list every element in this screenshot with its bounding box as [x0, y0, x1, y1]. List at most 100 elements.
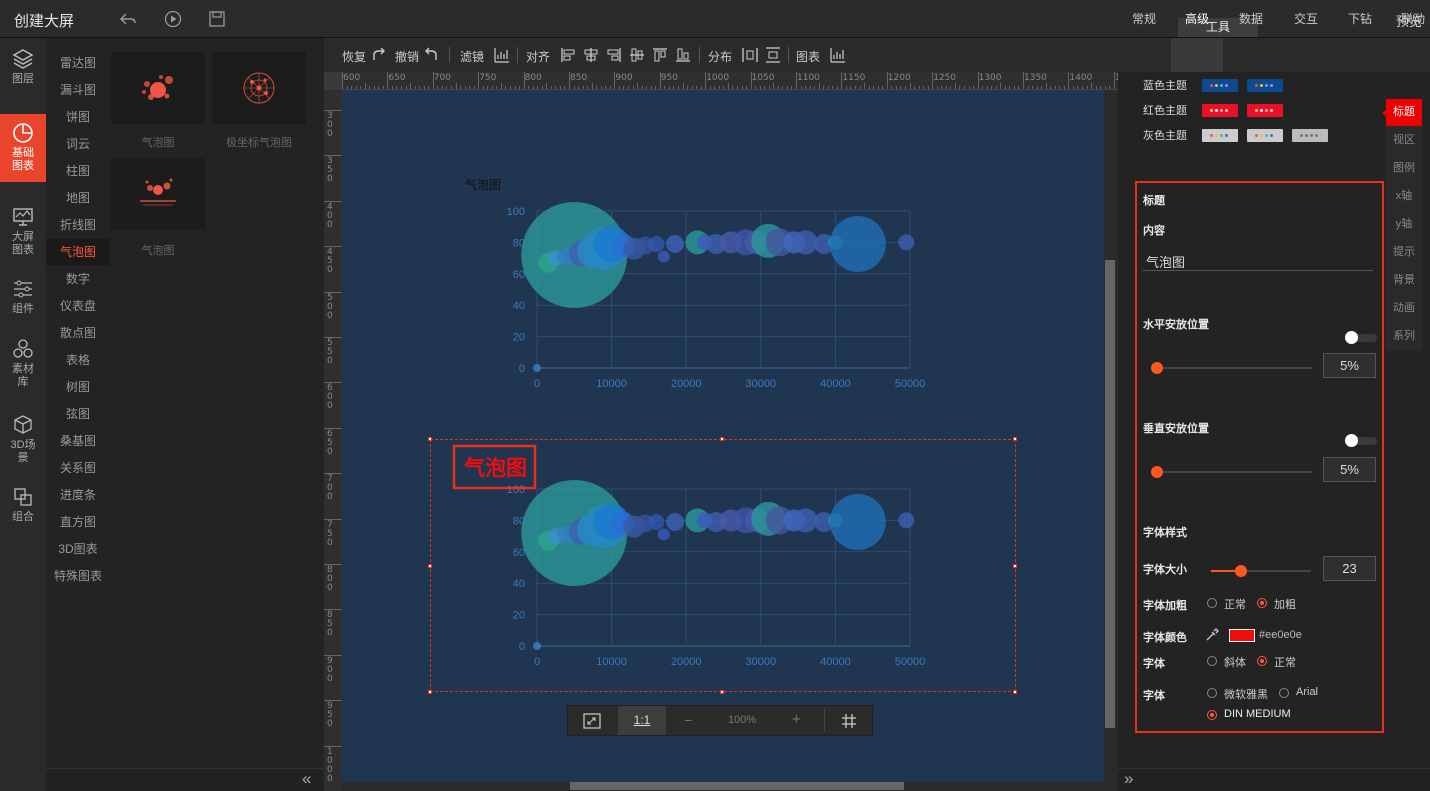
side-tab[interactable]: x轴: [1386, 183, 1422, 210]
category-item[interactable]: 3D图表: [46, 536, 110, 562]
redo-icon[interactable]: [371, 47, 387, 63]
redo-button[interactable]: 恢复: [342, 48, 366, 65]
family-yahei-radio[interactable]: [1207, 688, 1217, 698]
category-item[interactable]: 表格: [46, 347, 110, 373]
side-tab[interactable]: 动画: [1386, 295, 1422, 322]
undo-icon[interactable]: [423, 47, 439, 63]
nav-big-screen-charts[interactable]: 大屏图表: [0, 198, 46, 266]
align-bottom-icon[interactable]: [675, 47, 691, 63]
horizontal-scrollbar-thumb[interactable]: [570, 782, 904, 790]
category-item[interactable]: 弦图: [46, 401, 110, 427]
side-tab[interactable]: y轴: [1386, 211, 1422, 238]
thumb-polar-bubble-chart[interactable]: [212, 52, 306, 124]
resize-handle[interactable]: [428, 437, 432, 441]
selection-box[interactable]: [430, 439, 1016, 692]
tab-data[interactable]: 数据: [1239, 10, 1263, 27]
category-item[interactable]: 词云: [46, 131, 110, 157]
bubble-point[interactable]: [793, 230, 818, 255]
title-content-input[interactable]: 气泡图: [1143, 252, 1373, 271]
collapse-right-icon[interactable]: »: [1124, 769, 1133, 789]
v-pos-input[interactable]: 5%: [1323, 457, 1376, 482]
bar-chart-icon[interactable]: [494, 47, 510, 63]
resize-handle[interactable]: [1013, 437, 1017, 441]
chart-title[interactable]: 气泡图: [465, 177, 501, 192]
theme-swatch[interactable]: [1202, 129, 1238, 142]
eyedropper-icon[interactable]: [1205, 628, 1219, 642]
italic-italic-radio[interactable]: [1207, 656, 1217, 666]
bar-chart-icon[interactable]: [830, 47, 846, 63]
nav-basic-charts[interactable]: 基础图表: [0, 114, 46, 182]
side-tab[interactable]: 视区: [1386, 127, 1422, 154]
category-item[interactable]: 气泡图: [46, 239, 110, 265]
theme-swatch[interactable]: [1247, 104, 1283, 117]
resize-handle[interactable]: [1013, 690, 1017, 694]
bubble-point[interactable]: [648, 235, 665, 252]
zoom-1to1-button[interactable]: 1:1: [618, 706, 666, 735]
side-tab[interactable]: 系列: [1386, 323, 1422, 350]
category-item[interactable]: 折线图: [46, 212, 110, 238]
color-swatch[interactable]: [1229, 629, 1255, 642]
v-pos-slider-knob[interactable]: [1151, 466, 1163, 478]
font-size-input[interactable]: 23: [1323, 556, 1376, 581]
align-center-h-icon[interactable]: [583, 47, 599, 63]
category-item[interactable]: 直方图: [46, 509, 110, 535]
category-item[interactable]: 桑基图: [46, 428, 110, 454]
theme-swatch[interactable]: [1247, 79, 1283, 92]
theme-swatch[interactable]: [1247, 129, 1283, 142]
side-tab[interactable]: 图例: [1386, 155, 1422, 182]
category-item[interactable]: 散点图: [46, 320, 110, 346]
back-icon[interactable]: [119, 10, 137, 28]
bubble-chart-1[interactable]: 0204060801000 10000 20000 30000 40000 50000气泡…: [342, 90, 1104, 410]
align-left-icon[interactable]: [560, 47, 576, 63]
nav-group[interactable]: 组合: [0, 478, 46, 546]
tab-advanced[interactable]: 高级: [1185, 10, 1209, 27]
font-size-slider-knob[interactable]: [1235, 565, 1247, 577]
tab-general[interactable]: 常规: [1132, 10, 1156, 27]
v-pos-slider[interactable]: [1152, 471, 1312, 473]
align-center-v-icon[interactable]: [629, 47, 645, 63]
category-item[interactable]: 地图: [46, 185, 110, 211]
play-icon[interactable]: [164, 10, 182, 28]
align-top-icon[interactable]: [652, 47, 668, 63]
grid-icon[interactable]: [842, 714, 856, 728]
bubble-point[interactable]: [898, 234, 915, 251]
nav-materials[interactable]: 素材库: [0, 330, 46, 398]
zoom-out-button[interactable]: −: [684, 712, 692, 728]
theme-swatch[interactable]: [1292, 129, 1328, 142]
h-pos-slider-knob[interactable]: [1151, 362, 1163, 374]
category-item[interactable]: 特殊图表: [46, 563, 110, 589]
bold-bold-radio[interactable]: [1257, 598, 1267, 608]
nav-3d-scene[interactable]: 3D场景: [0, 406, 46, 474]
bubble-point[interactable]: [666, 234, 685, 253]
tab-linkage[interactable]: 联动: [1401, 10, 1425, 27]
distribute-h-icon[interactable]: [742, 47, 758, 63]
side-tab[interactable]: 提示: [1386, 239, 1422, 266]
thumb-bubble-chart-2[interactable]: [111, 158, 205, 230]
bubble-point[interactable]: [657, 250, 670, 263]
fit-screen-icon[interactable]: [583, 713, 601, 729]
collapse-left-icon[interactable]: «: [302, 769, 311, 789]
thumb-bubble-chart[interactable]: [111, 52, 205, 124]
chart-button[interactable]: 图表: [796, 48, 820, 65]
distribute-v-icon[interactable]: [765, 47, 781, 63]
h-pos-toggle[interactable]: [1345, 331, 1377, 344]
family-din-radio[interactable]: [1207, 710, 1217, 720]
resize-handle[interactable]: [720, 690, 724, 694]
family-arial-radio[interactable]: [1279, 688, 1289, 698]
nav-components[interactable]: 组件: [0, 270, 46, 338]
category-item[interactable]: 数字: [46, 266, 110, 292]
side-tab[interactable]: 背景: [1386, 267, 1422, 294]
category-item[interactable]: 仪表盘: [46, 293, 110, 319]
resize-handle[interactable]: [1013, 564, 1017, 568]
theme-swatch[interactable]: [1202, 79, 1238, 92]
filter-button[interactable]: 滤镜: [460, 48, 484, 65]
h-pos-input[interactable]: 5%: [1323, 353, 1376, 378]
tab-interaction[interactable]: 交互: [1294, 10, 1318, 27]
resize-handle[interactable]: [428, 690, 432, 694]
bubble-point[interactable]: [829, 215, 886, 272]
category-item[interactable]: 进度条: [46, 482, 110, 508]
align-button[interactable]: 对齐: [526, 48, 550, 65]
h-pos-slider[interactable]: [1152, 367, 1312, 369]
vertical-scrollbar-thumb[interactable]: [1105, 260, 1115, 728]
resize-handle[interactable]: [720, 437, 724, 441]
